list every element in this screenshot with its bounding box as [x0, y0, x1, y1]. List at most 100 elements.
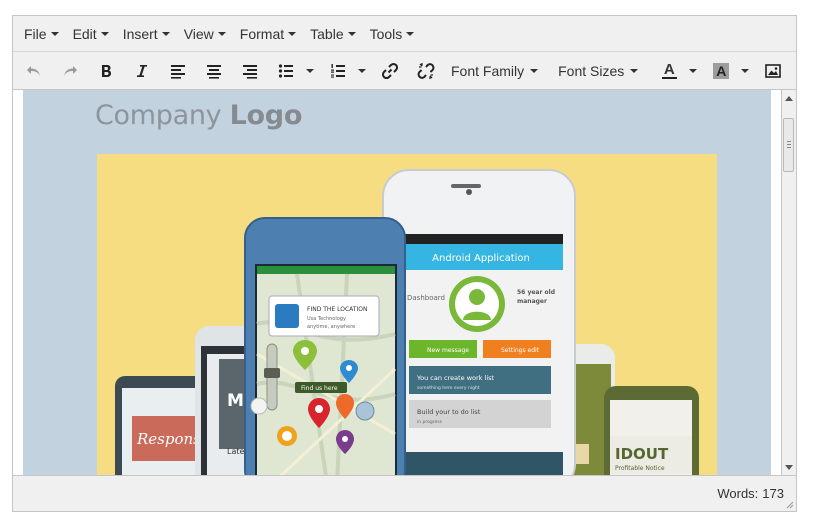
bullet-list-button[interactable] — [271, 56, 301, 86]
caret-down-icon — [161, 32, 170, 36]
editor-content-area[interactable]: Company Logo Responsi Mo Lates IDOUT Pro… — [13, 90, 782, 475]
word-count-label: Words: — [717, 486, 759, 501]
align-left-button[interactable] — [163, 56, 193, 86]
font-sizes-label: Font Sizes — [558, 62, 625, 79]
italic-button[interactable] — [127, 56, 157, 86]
triangle-down-icon — [785, 464, 793, 470]
background-color-button[interactable]: A — [706, 56, 736, 86]
insert-image-button[interactable] — [758, 56, 788, 86]
right-phone-text-notice: Profitable Notice — [615, 465, 665, 472]
link-icon — [381, 62, 399, 79]
email-template-background: Company Logo Responsi Mo Lates IDOUT Pro… — [23, 90, 771, 475]
left-far-phone: Responsi — [115, 376, 206, 475]
menu-format-label: Format — [239, 25, 285, 42]
italic-icon — [137, 64, 147, 77]
text-color-button[interactable]: A — [654, 56, 684, 86]
caret-down-icon — [100, 32, 109, 36]
company-logo: Company Logo — [95, 100, 302, 131]
undo-icon — [27, 65, 40, 76]
vertical-scrollbar[interactable] — [782, 90, 796, 475]
image-icon — [765, 63, 782, 78]
menu-edit[interactable]: Edit — [66, 20, 116, 48]
menu-tools-label: Tools — [369, 25, 403, 42]
align-center-button[interactable] — [199, 56, 229, 86]
menu-view-label: View — [183, 25, 214, 42]
caret-down-icon — [288, 32, 297, 36]
dashboard-label: Dashboard — [407, 294, 445, 302]
caret-down-icon — [406, 32, 415, 36]
font-sizes-dropdown[interactable]: Font Sizes — [554, 56, 642, 86]
android-app-header: Android Application — [432, 253, 530, 264]
popup-line2: anytime, anywhere — [307, 324, 355, 330]
caret-down-icon — [530, 69, 539, 73]
blue-phone: FIND THE LOCATION Usa Technology anytime… — [244, 217, 406, 475]
caret-down-icon — [358, 69, 366, 73]
card1-sub: something here every night — [417, 385, 480, 391]
align-right-icon — [243, 64, 257, 79]
text-color-icon: A — [661, 61, 677, 79]
font-family-dropdown[interactable]: Font Family — [447, 56, 542, 86]
caret-down-icon — [217, 32, 226, 36]
status-bar: Words: 173 — [13, 475, 796, 511]
menu-file-label: File — [24, 25, 47, 42]
mobile-phones-illustration: Responsi Mo Lates IDOUT Profitable Notic… — [97, 154, 717, 475]
background-color-icon: A — [713, 62, 730, 79]
caret-down-icon — [306, 69, 314, 73]
remove-link-button[interactable] — [411, 56, 441, 86]
align-left-icon — [171, 64, 185, 79]
undo-button[interactable] — [19, 56, 49, 86]
menu-format[interactable]: Format — [233, 20, 303, 48]
card2-sub: in progress — [417, 419, 443, 425]
menu-edit-label: Edit — [72, 25, 97, 42]
caret-down-icon — [689, 69, 698, 73]
popup-title: FIND THE LOCATION — [307, 306, 367, 313]
menu-view[interactable]: View — [177, 20, 233, 48]
white-iphone: Android Application Dashboard 56 year ol… — [382, 169, 576, 475]
card2-title: Build your to do list — [417, 408, 481, 416]
background-color-dropdown[interactable] — [738, 56, 752, 86]
toolbar: Font Family Font Sizes A A — [13, 52, 796, 90]
hero-image[interactable]: Responsi Mo Lates IDOUT Profitable Notic… — [97, 154, 717, 475]
card1-title: You can create work list — [416, 374, 495, 382]
bullet-list-dropdown[interactable] — [303, 56, 317, 86]
manager-line2: manager — [517, 298, 547, 305]
rich-text-editor: File Edit Insert View Format Table Tools — [12, 15, 797, 512]
text-color-dropdown[interactable] — [686, 56, 700, 86]
menu-file[interactable]: File — [17, 20, 66, 48]
right-phone-text-idout: IDOUT — [615, 445, 669, 463]
numbered-list-button[interactable] — [323, 56, 353, 86]
menu-table-label: Table — [310, 25, 344, 42]
word-count-value: 173 — [762, 486, 784, 501]
bullet-list-icon — [278, 63, 293, 78]
resize-handle-icon[interactable] — [785, 500, 794, 509]
menu-table[interactable]: Table — [303, 20, 362, 48]
logo-text-bold: Logo — [229, 100, 303, 131]
menu-insert-label: Insert — [122, 25, 158, 42]
menu-tools[interactable]: Tools — [363, 20, 422, 48]
align-center-icon — [207, 64, 221, 79]
map-tag: Find us here — [301, 385, 338, 392]
align-right-button[interactable] — [235, 56, 265, 86]
settings-edit-label: Settings edit — [501, 347, 540, 354]
caret-down-icon — [347, 32, 356, 36]
unlink-icon — [417, 62, 435, 79]
insert-link-button[interactable] — [375, 56, 405, 86]
triangle-up-icon — [785, 95, 793, 101]
redo-button[interactable] — [55, 56, 85, 86]
numbered-list-dropdown[interactable] — [355, 56, 369, 86]
bold-button[interactable] — [91, 56, 121, 86]
menubar: File Edit Insert View Format Table Tools — [13, 16, 796, 52]
logo-text-light: Company — [95, 100, 230, 131]
manager-line1: 56 year old — [517, 289, 555, 296]
numbered-list-icon — [331, 63, 345, 78]
caret-down-icon — [630, 69, 639, 73]
font-family-label: Font Family — [451, 62, 525, 79]
caret-down-icon — [741, 69, 750, 73]
popup-line1: Usa Technology — [307, 316, 346, 322]
scroll-down-arrow[interactable] — [782, 460, 796, 474]
new-message-label: New message — [427, 347, 469, 354]
right-front-phone: IDOUT Profitable Notice — [604, 386, 699, 475]
scroll-up-arrow[interactable] — [782, 91, 796, 105]
menu-insert[interactable]: Insert — [116, 20, 177, 48]
scrollbar-thumb[interactable] — [783, 118, 794, 172]
